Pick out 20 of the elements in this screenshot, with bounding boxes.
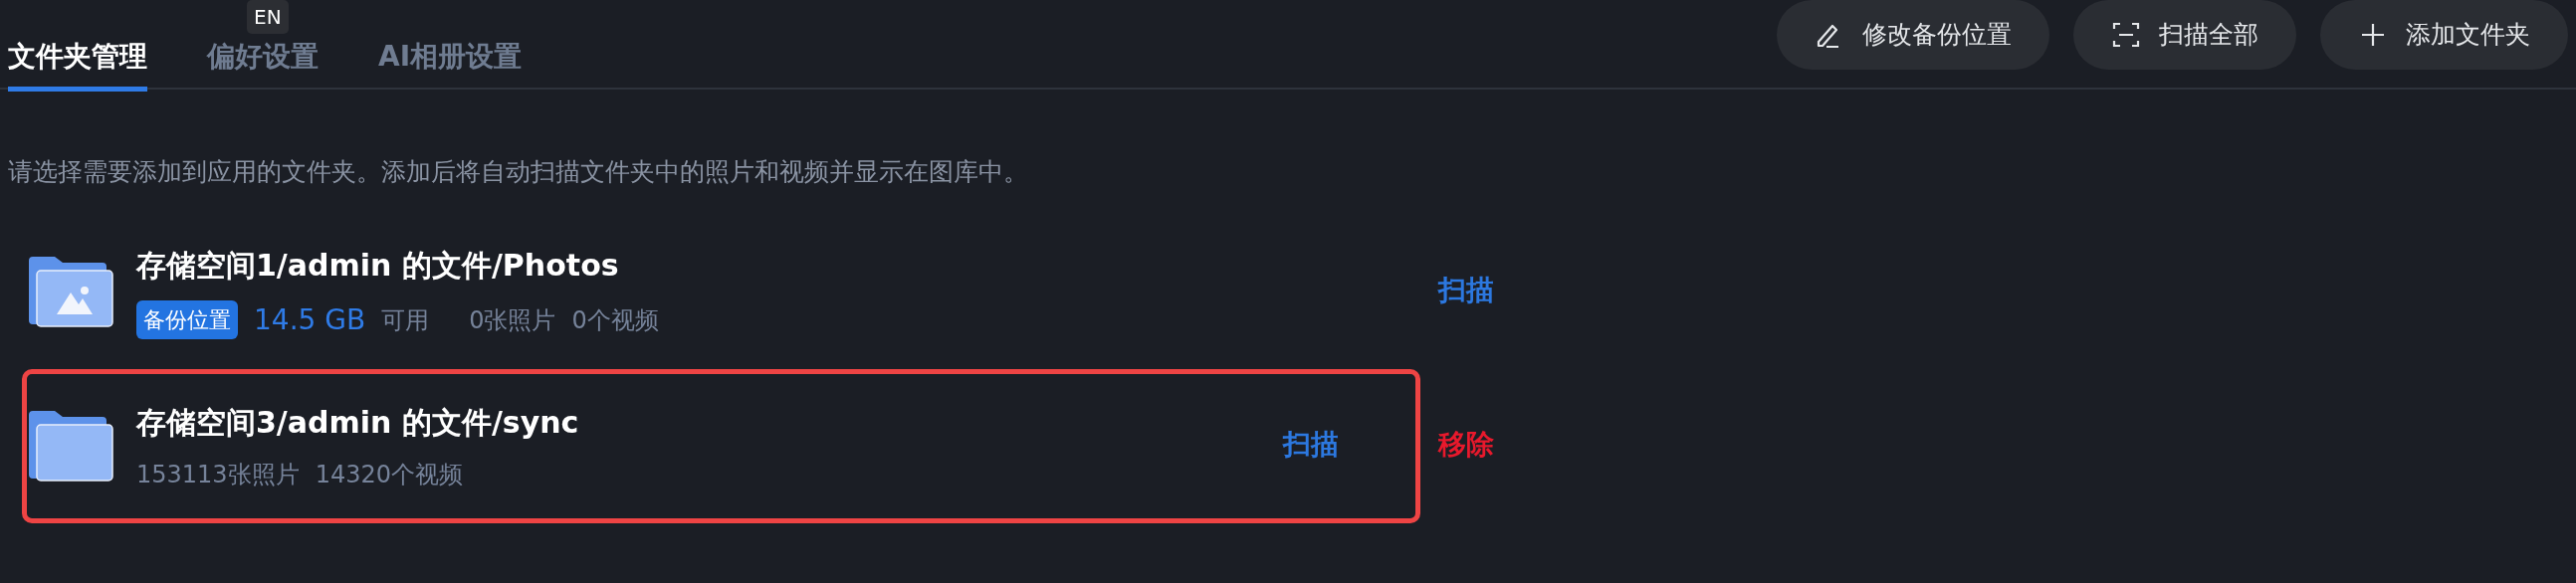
video-count: 14320个视频: [315, 459, 463, 490]
free-space-label: 可用: [381, 304, 430, 336]
backup-location-tag: 备份位置: [136, 300, 238, 339]
tab[interactable]: AI相册设置: [378, 0, 523, 90]
scan-icon: [2111, 20, 2141, 50]
folder-path: 存储空间3/admin 的文件/sync: [136, 403, 580, 442]
toolbar-button[interactable]: 扫描全部: [2073, 0, 2296, 70]
scan-link[interactable]: 扫描: [1283, 423, 1339, 466]
remove-link[interactable]: 移除: [1438, 423, 1494, 466]
video-count: 0个视频: [571, 304, 659, 336]
input-method-indicator: EN: [247, 0, 289, 34]
tab[interactable]: 文件夹管理: [8, 0, 147, 90]
description-text: 请选择需要添加到应用的文件夹。添加后将自动扫描文件夹中的照片和视频并显示在图库中。: [7, 156, 1029, 188]
folder-path: 存储空间1/admin 的文件/Photos: [136, 246, 620, 285]
free-space-value: 14.5 GB: [254, 301, 366, 338]
photo-count: 153113张照片: [136, 459, 300, 490]
toolbar-button[interactable]: 修改备份位置: [1777, 0, 2049, 70]
photo-count: 0张照片: [469, 304, 556, 336]
scan-link[interactable]: 扫描: [1438, 269, 1494, 311]
toolbar-button[interactable]: 添加文件夹: [2320, 0, 2568, 70]
